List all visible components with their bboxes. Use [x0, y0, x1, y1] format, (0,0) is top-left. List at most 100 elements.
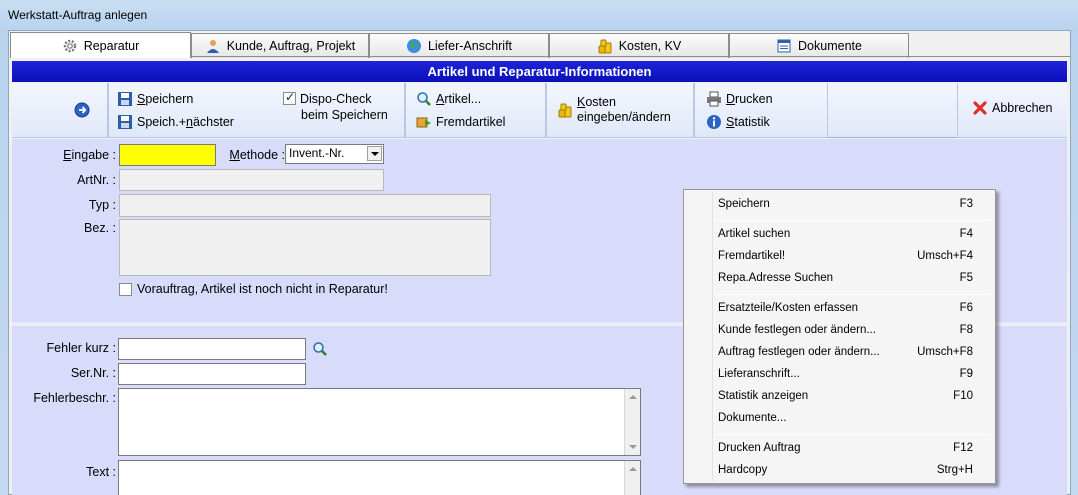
menu-separator — [714, 434, 991, 435]
menu-item-hardcopy[interactable]: Hardcopy Strg+H — [686, 460, 993, 482]
save-next-button[interactable]: Speich.+nächster — [117, 114, 234, 130]
statistik-button[interactable]: Statistik — [706, 114, 770, 130]
fehlerbeschr-textarea[interactable] — [118, 388, 641, 456]
tab-label: Reparatur — [83, 38, 140, 53]
window-title: Werkstatt-Auftrag anlegen — [8, 8, 148, 22]
scroll-up-icon[interactable] — [629, 467, 637, 471]
tab-strip-line — [191, 56, 1070, 57]
cancel-x-icon — [973, 101, 987, 115]
window: Werkstatt-Auftrag anlegen Reparatur Kund… — [0, 0, 1078, 495]
menu-item-label: Lieferanschrift... — [718, 368, 800, 380]
menu-item-label: Repa.Adresse Suchen — [718, 272, 834, 284]
toolbar-group-save: Speichern Speich.+nächster Dispo-Check b… — [108, 83, 405, 138]
tab-label: Dokumente — [798, 39, 862, 53]
arrow-right-circle-icon[interactable] — [74, 102, 90, 118]
menu-item-shortcut: F12 — [953, 442, 973, 454]
kosten-label-line2: eingeben/ändern — [577, 110, 671, 124]
menu-item-dokumente[interactable]: Dokumente... — [686, 408, 993, 430]
menu-item-shortcut: F10 — [953, 390, 973, 402]
menu-item-label: Artikel suchen — [718, 228, 791, 240]
bez-field — [119, 219, 491, 276]
fehlerbeschr-label: Fehlerbeschr. : — [33, 391, 116, 405]
methode-selected-value: Invent.-Nr. — [289, 146, 345, 160]
person-icon — [206, 40, 219, 53]
floppy-icon — [118, 115, 132, 129]
fehler-kurz-label: Fehler kurz : — [46, 341, 116, 355]
tab-dokumente[interactable]: Dokumente — [729, 33, 909, 58]
menu-item-label: Dokumente... — [718, 412, 787, 424]
menu-item-repa-adresse[interactable]: Repa.Adresse Suchen F5 — [686, 268, 993, 290]
dispo-check-label: Dispo-Check beim Speichern — [300, 91, 388, 123]
menu-item-shortcut: F6 — [959, 302, 973, 314]
scroll-up-icon[interactable] — [629, 395, 637, 399]
text-scrollbar[interactable] — [624, 461, 640, 495]
menu-item-drucken-auftrag[interactable]: Drucken Auftrag F12 — [686, 438, 993, 460]
text-textarea[interactable] — [118, 460, 641, 495]
fremdartikel-button[interactable]: Fremdartikel — [416, 114, 505, 130]
menu-item-fremdartikel[interactable]: Fremdartikel! Umsch+F4 — [686, 246, 993, 268]
gear-icon — [63, 39, 76, 52]
tab-label: Kunde, Auftrag, Projekt — [226, 39, 356, 53]
menu-item-shortcut: F3 — [959, 198, 973, 210]
methode-label-text: ethode : — [239, 148, 285, 162]
drucken-button[interactable]: Drucken — [706, 91, 773, 107]
menu-item-shortcut: F8 — [959, 324, 973, 336]
menu-item-label: Kunde festlegen oder ändern... — [718, 324, 876, 336]
abbrechen-button[interactable]: Abbrechen — [972, 100, 1052, 116]
toolbar-group-nav — [12, 83, 108, 138]
tab-label: Kosten, KV — [618, 39, 682, 53]
magnifier-icon — [417, 92, 431, 106]
menu-item-kunde[interactable]: Kunde festlegen oder ändern... F8 — [686, 320, 993, 342]
eingabe-input[interactable] — [119, 144, 216, 166]
menu-separator — [714, 294, 991, 295]
menu-item-lieferanschrift[interactable]: Lieferanschrift... F9 — [686, 364, 993, 386]
statistik-label: tatistik — [734, 115, 770, 129]
globe-icon — [406, 39, 421, 53]
menu-item-label: Auftrag festlegen oder ändern... — [718, 346, 880, 358]
dispo-check-checkbox[interactable] — [283, 90, 296, 105]
tab-kunde[interactable]: Kunde, Auftrag, Projekt — [191, 33, 369, 58]
menu-item-statistik[interactable]: Statistik anzeigen F10 — [686, 386, 993, 408]
save-next-label-b: ächster — [192, 115, 234, 129]
vorauftrag-label: Vorauftrag, Artikel ist noch nicht in Re… — [137, 282, 388, 296]
sernr-input[interactable] — [118, 363, 306, 385]
title-bar: Werkstatt-Auftrag anlegen — [0, 0, 1078, 30]
bez-label: Bez. : — [84, 221, 116, 235]
menu-item-auftrag[interactable]: Auftrag festlegen oder ändern... Umsch+F8 — [686, 342, 993, 364]
fehlerbeschr-scrollbar[interactable] — [624, 389, 640, 455]
tab-label: Liefer-Anschrift — [427, 39, 513, 53]
kosten-button[interactable]: Kosten eingeben/ändern — [557, 95, 671, 125]
tab-kosten[interactable]: Kosten, KV — [549, 33, 729, 58]
menu-item-speichern[interactable]: Speichern F3 — [686, 194, 993, 216]
methode-select[interactable]: Invent.-Nr. — [285, 144, 384, 164]
scroll-down-icon[interactable] — [629, 445, 637, 449]
drucken-label: rucken — [735, 92, 773, 106]
save-next-label-a: Speich.+ — [137, 115, 186, 129]
menu-item-artikel-suchen[interactable]: Artikel suchen F4 — [686, 224, 993, 246]
tab-reparatur[interactable]: Reparatur — [10, 32, 191, 58]
save-button[interactable]: Speichern — [117, 91, 193, 107]
floppy-icon — [118, 92, 132, 106]
fehler-kurz-input[interactable] — [118, 338, 306, 360]
foreign-item-icon — [416, 117, 431, 128]
menu-item-ersatzteile[interactable]: Ersatzteile/Kosten erfassen F6 — [686, 298, 993, 320]
artikel-label: rtikel... — [444, 92, 482, 106]
toolbar-group-print: Drucken Statistik — [694, 83, 828, 138]
artnr-field — [119, 169, 384, 191]
coins-icon — [598, 39, 612, 54]
eingabe-label-text: ingabe : — [71, 148, 116, 162]
vorauftrag-checkbox[interactable] — [119, 283, 132, 296]
typ-label: Typ : — [88, 198, 116, 212]
artikel-search-button[interactable]: Artikel... — [416, 91, 481, 107]
info-icon — [707, 115, 721, 129]
magnifier-icon[interactable] — [312, 341, 328, 357]
tab-liefer[interactable]: Liefer-Anschrift — [369, 33, 549, 58]
menu-item-shortcut: Umsch+F4 — [917, 250, 973, 262]
menu-item-shortcut: F4 — [959, 228, 973, 240]
dispo-line1: Dispo-Check — [300, 92, 372, 106]
document-icon — [777, 39, 791, 53]
menu-item-label: Statistik anzeigen — [718, 390, 809, 402]
menu-item-shortcut: F9 — [959, 368, 973, 380]
save-next-mnemonic: n — [186, 115, 193, 129]
toolbar-group-cancel: Abbrechen — [957, 83, 1067, 138]
